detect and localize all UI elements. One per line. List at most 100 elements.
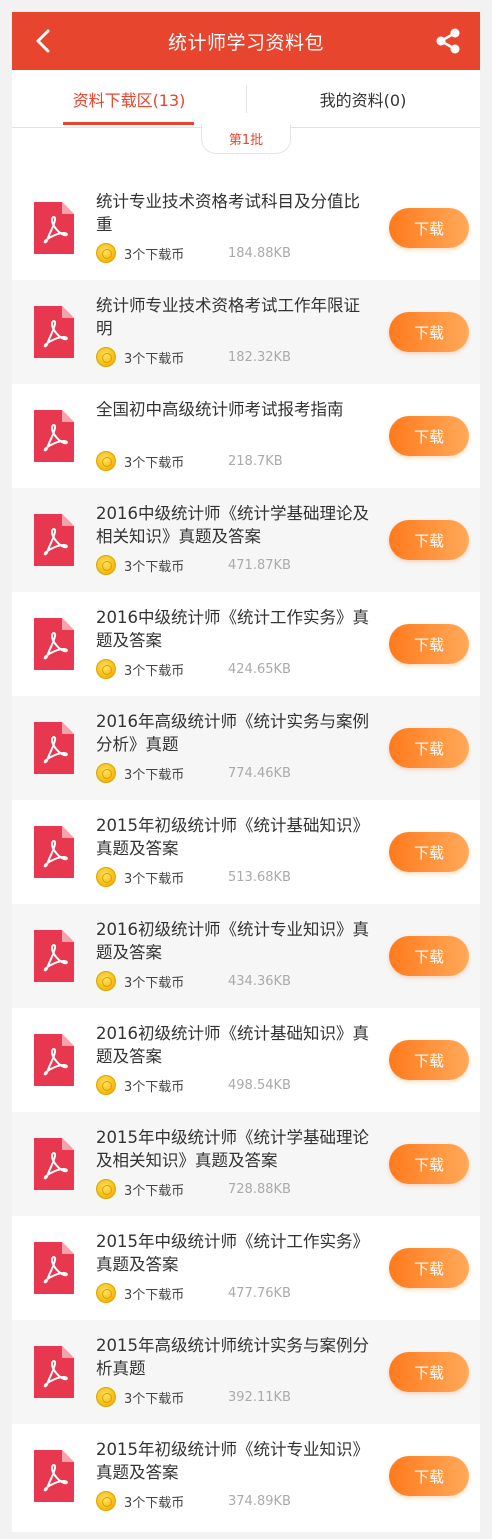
item-size: 477.76KB	[228, 1285, 291, 1301]
coin-icon	[96, 347, 116, 367]
page-title: 统计师学习资料包	[167, 31, 324, 54]
item-meta: 3个下载币 184.88KB	[96, 243, 291, 263]
list-item[interactable]: 统计师专业技术资格考试工作年限证明 3个下载币 182.32KB 下载	[12, 280, 480, 384]
item-size: 434.36KB	[228, 973, 291, 989]
pdf-file-icon	[34, 1138, 74, 1190]
item-size: 513.68KB	[228, 869, 291, 885]
item-price: 3个下载币	[124, 663, 185, 679]
list-item[interactable]: 2015年中级统计师《统计工作实务》真题及答案 3个下载币 477.76KB 下…	[12, 1216, 480, 1320]
item-price: 3个下载币	[124, 1079, 185, 1095]
item-size: 374.89KB	[228, 1493, 291, 1509]
list-item[interactable]: 2016年高级统计师《统计实务与案例分析》真题 3个下载币 774.46KB 下…	[12, 696, 480, 800]
top-bar: 统计师学习资料包	[12, 12, 480, 70]
material-list: 统计专业技术资格考试科目及分值比重 3个下载币 184.88KB 下载 统计师专…	[12, 176, 480, 1528]
coin-icon	[96, 763, 116, 783]
item-price: 3个下载币	[124, 1183, 185, 1199]
item-title: 2016中级统计师《统计工作实务》真题及答案	[96, 608, 369, 650]
download-button[interactable]: 下载	[389, 1456, 469, 1496]
pdf-file-icon	[34, 1450, 74, 1502]
item-meta: 3个下载币 513.68KB	[96, 867, 291, 887]
download-button[interactable]: 下载	[389, 1352, 469, 1392]
item-size: 182.32KB	[228, 349, 291, 365]
download-button[interactable]: 下载	[389, 208, 469, 248]
batch-badge: 第1批	[201, 124, 291, 154]
coin-icon	[96, 451, 116, 471]
download-button[interactable]: 下载	[389, 312, 469, 352]
chevron-left-icon[interactable]	[30, 26, 56, 56]
item-price: 3个下载币	[124, 247, 185, 263]
list-item[interactable]: 2015年初级统计师《统计专业知识》真题及答案 3个下载币 374.89KB 下…	[12, 1424, 480, 1528]
item-title: 2016初级统计师《统计基础知识》真题及答案	[96, 1024, 369, 1066]
list-item[interactable]: 2016初级统计师《统计基础知识》真题及答案 3个下载币 498.54KB 下载	[12, 1008, 480, 1112]
pdf-file-icon	[34, 1034, 74, 1086]
item-price: 3个下载币	[124, 871, 185, 887]
item-title: 2015年初级统计师《统计专业知识》真题及答案	[96, 1440, 369, 1482]
download-button[interactable]: 下载	[389, 936, 469, 976]
item-title: 统计师专业技术资格考试工作年限证明	[96, 296, 360, 338]
list-item[interactable]: 全国初中高级统计师考试报考指南 3个下载币 218.7KB 下载	[12, 384, 480, 488]
item-price: 3个下载币	[124, 975, 185, 991]
item-title: 2015年中级统计师《统计学基础理论及相关知识》真题及答案	[96, 1128, 369, 1170]
download-button[interactable]: 下载	[389, 520, 469, 560]
item-meta: 3个下载币 374.89KB	[96, 1491, 291, 1511]
item-price: 3个下载币	[124, 1495, 185, 1511]
coin-icon	[96, 243, 116, 263]
tab-my-materials[interactable]: 我的资料(0)	[246, 70, 480, 127]
item-meta: 3个下载币 424.65KB	[96, 659, 291, 679]
pdf-file-icon	[34, 202, 74, 254]
list-item[interactable]: 2016中级统计师《统计学基础理论及相关知识》真题及答案 3个下载币 471.8…	[12, 488, 480, 592]
item-meta: 3个下载币 498.54KB	[96, 1075, 291, 1095]
download-button[interactable]: 下载	[389, 1144, 469, 1184]
tab-download-area[interactable]: 资料下载区(13)	[12, 70, 246, 127]
download-button[interactable]: 下载	[389, 416, 469, 456]
list-item[interactable]: 2016初级统计师《统计专业知识》真题及答案 3个下载币 434.36KB 下载	[12, 904, 480, 1008]
item-size: 498.54KB	[228, 1077, 291, 1093]
coin-icon	[96, 971, 116, 991]
coin-icon	[96, 659, 116, 679]
coin-icon	[96, 1075, 116, 1095]
download-button[interactable]: 下载	[389, 1040, 469, 1080]
item-title: 2015年中级统计师《统计工作实务》真题及答案	[96, 1232, 369, 1274]
tab-bar: 资料下载区(13) 我的资料(0)	[12, 70, 480, 128]
list-item[interactable]: 2016中级统计师《统计工作实务》真题及答案 3个下载币 424.65KB 下载	[12, 592, 480, 696]
download-button[interactable]: 下载	[389, 1248, 469, 1288]
item-size: 471.87KB	[228, 557, 291, 573]
item-meta: 3个下载币 218.7KB	[96, 451, 283, 471]
item-title: 2016中级统计师《统计学基础理论及相关知识》真题及答案	[96, 504, 369, 546]
item-meta: 3个下载币 392.11KB	[96, 1387, 291, 1407]
pdf-file-icon	[34, 722, 74, 774]
pdf-file-icon	[34, 514, 74, 566]
download-button[interactable]: 下载	[389, 624, 469, 664]
list-item[interactable]: 统计专业技术资格考试科目及分值比重 3个下载币 184.88KB 下载	[12, 176, 480, 280]
item-size: 424.65KB	[228, 661, 291, 677]
share-icon[interactable]	[434, 26, 462, 56]
item-title: 2015年初级统计师《统计基础知识》真题及答案	[96, 816, 369, 858]
app-frame: 统计师学习资料包 资料下载区(13) 我的资料(0) 第1批 统计专业技术资格考…	[12, 12, 480, 1532]
list-item[interactable]: 2015年高级统计师统计实务与案例分析真题 3个下载币 392.11KB 下载	[12, 1320, 480, 1424]
download-button[interactable]: 下载	[389, 832, 469, 872]
item-meta: 3个下载币 471.87KB	[96, 555, 291, 575]
pdf-file-icon	[34, 826, 74, 878]
item-meta: 3个下载币 774.46KB	[96, 763, 291, 783]
coin-icon	[96, 1179, 116, 1199]
item-price: 3个下载币	[124, 767, 185, 783]
coin-icon	[96, 555, 116, 575]
list-item[interactable]: 2015年初级统计师《统计基础知识》真题及答案 3个下载币 513.68KB 下…	[12, 800, 480, 904]
item-size: 774.46KB	[228, 765, 291, 781]
pdf-file-icon	[34, 1346, 74, 1398]
item-price: 3个下载币	[124, 351, 185, 367]
item-meta: 3个下载币 477.76KB	[96, 1283, 291, 1303]
item-meta: 3个下载币 434.36KB	[96, 971, 291, 991]
pdf-file-icon	[34, 618, 74, 670]
coin-icon	[96, 1283, 116, 1303]
pdf-file-icon	[34, 1242, 74, 1294]
list-item[interactable]: 2015年中级统计师《统计学基础理论及相关知识》真题及答案 3个下载币 728.…	[12, 1112, 480, 1216]
item-size: 728.88KB	[228, 1181, 291, 1197]
coin-icon	[96, 1491, 116, 1511]
download-button[interactable]: 下载	[389, 728, 469, 768]
item-title: 全国初中高级统计师考试报考指南	[96, 400, 344, 419]
coin-icon	[96, 1387, 116, 1407]
item-title: 2016年高级统计师《统计实务与案例分析》真题	[96, 712, 369, 754]
pdf-file-icon	[34, 930, 74, 982]
item-price: 3个下载币	[124, 559, 185, 575]
